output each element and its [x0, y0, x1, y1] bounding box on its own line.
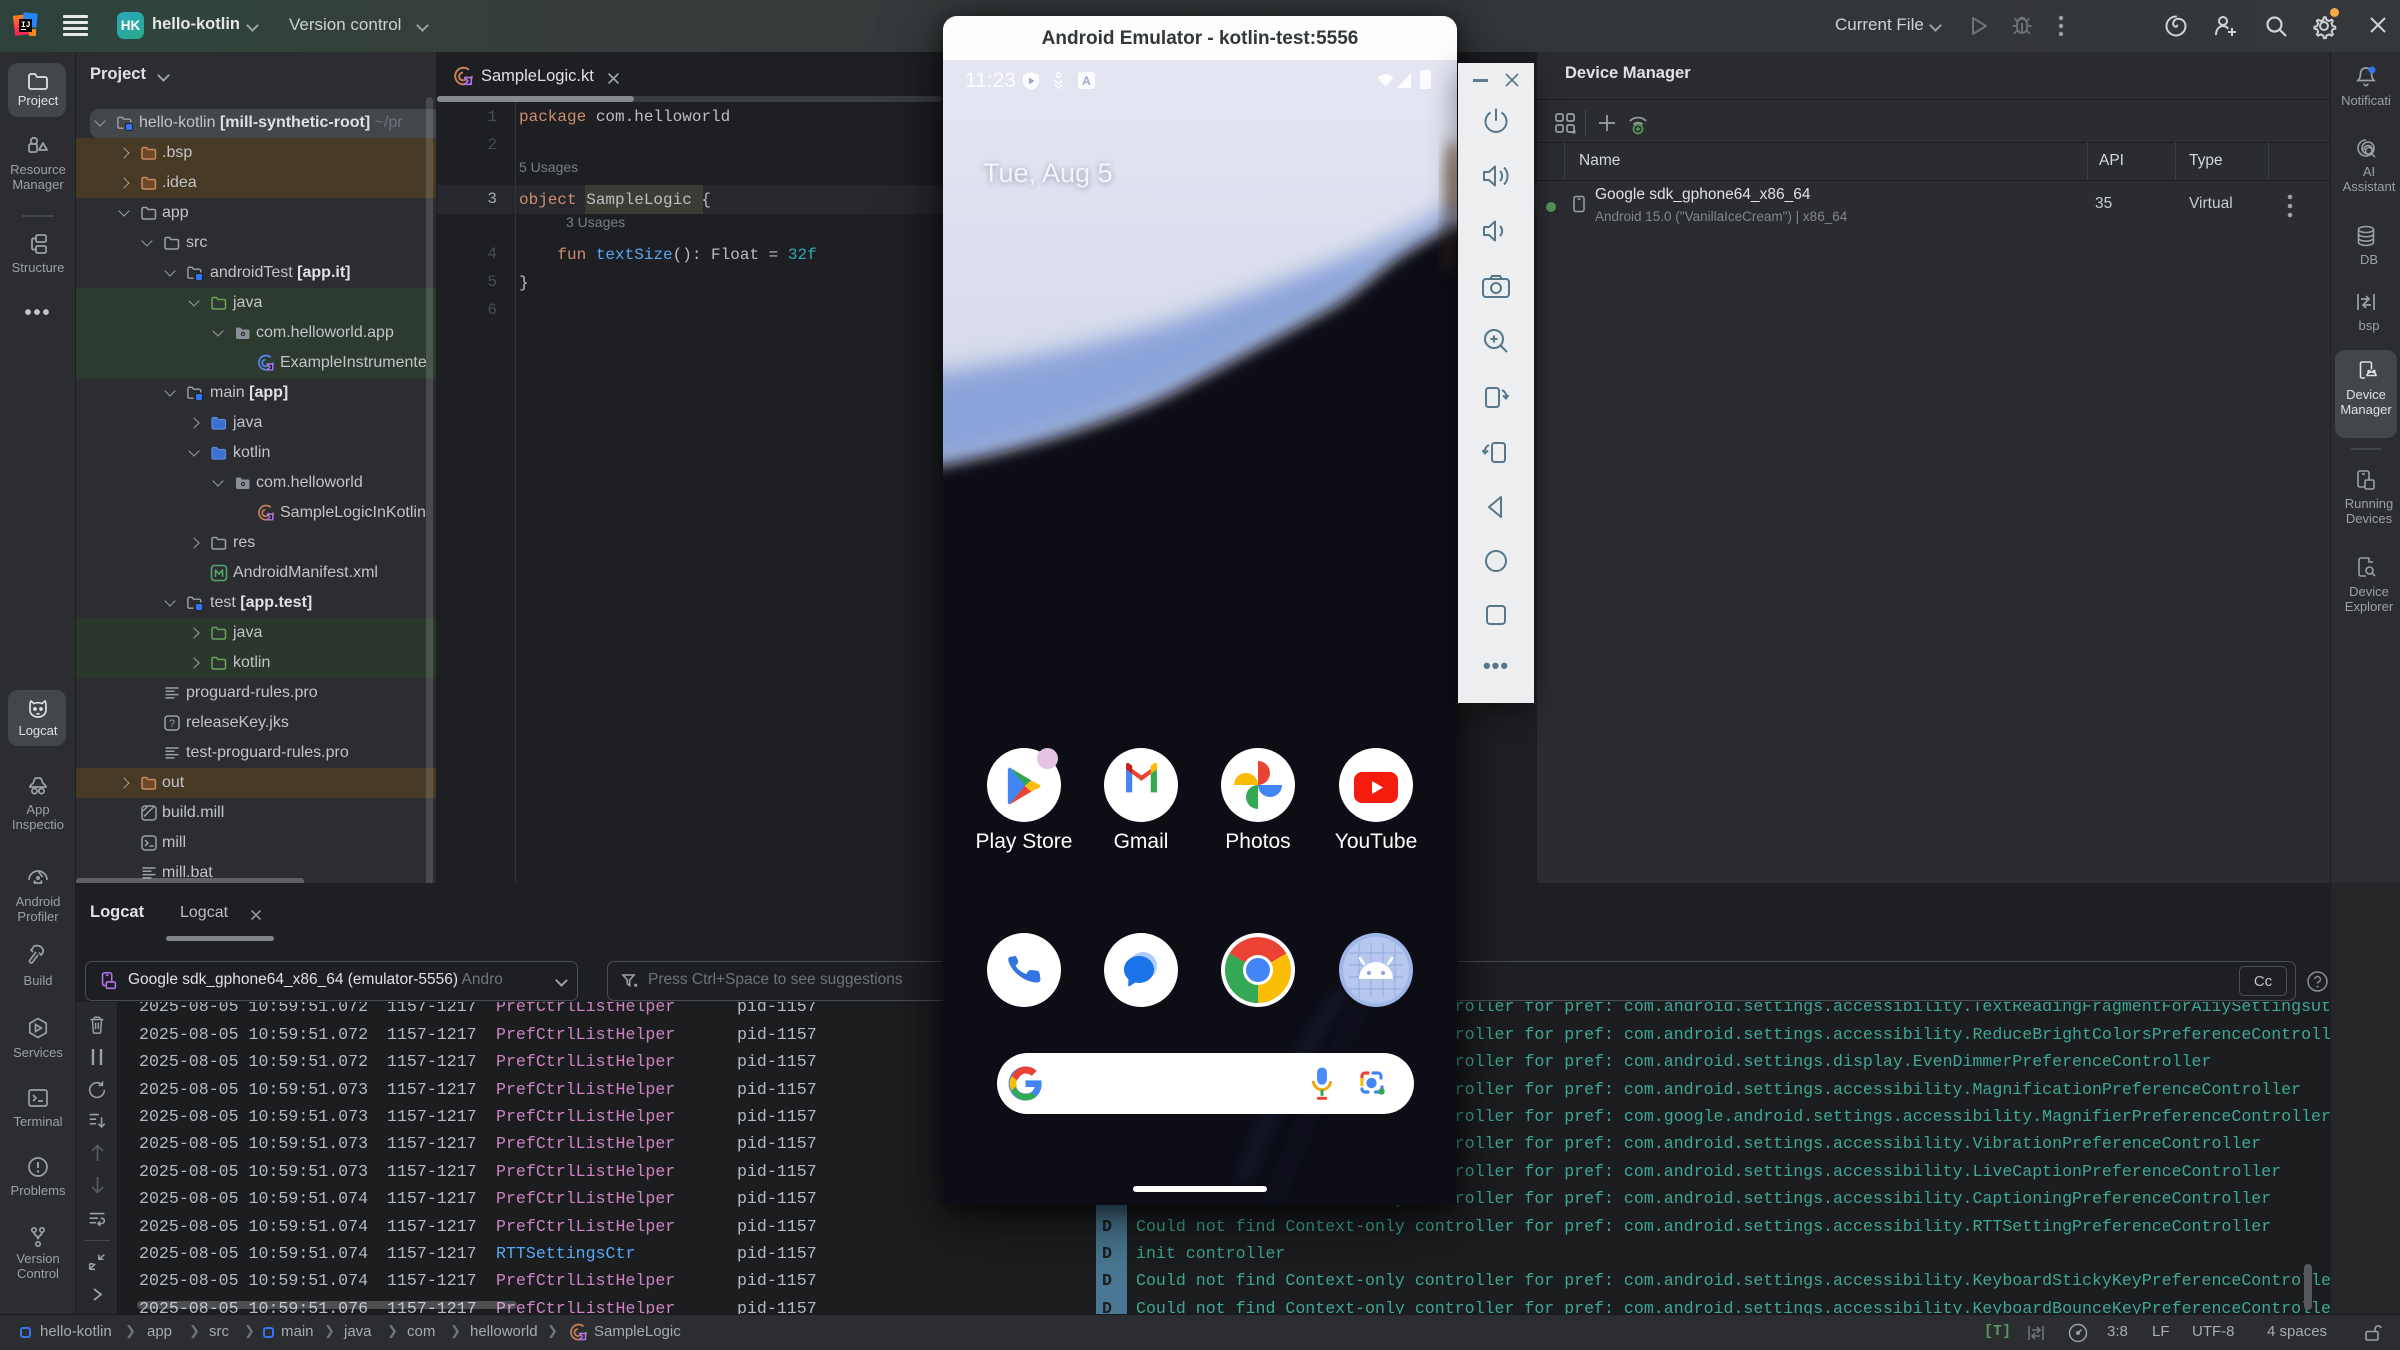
svg-text:?: ? — [169, 718, 175, 730]
svg-text:A: A — [1082, 74, 1091, 88]
